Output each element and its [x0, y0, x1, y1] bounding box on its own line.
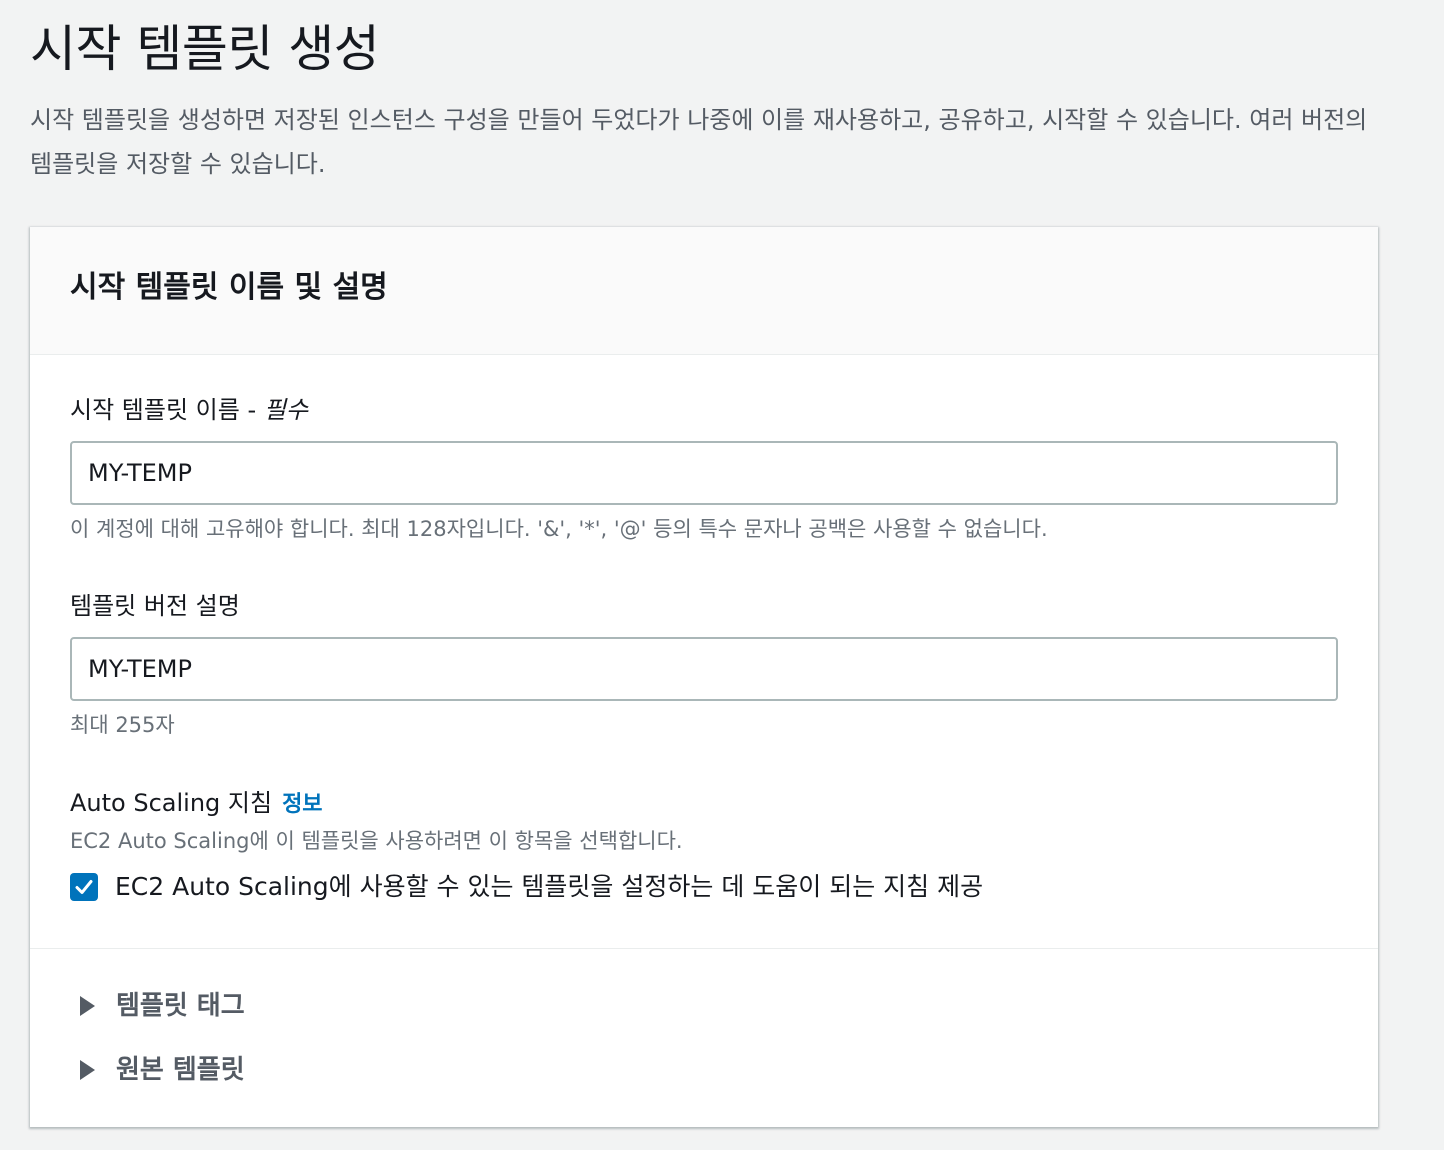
- template-name-hint: 이 계정에 대해 고유해야 합니다. 최대 128자입니다. '&', '*',…: [70, 517, 1048, 541]
- template-description-label: 템플릿 버전 설명: [70, 592, 240, 620]
- template-description-input[interactable]: [70, 637, 1338, 701]
- autoscaling-guidance-label: EC2 Auto Scaling에 사용할 수 있는 템플릿을 설정하는 데 도…: [115, 872, 984, 901]
- caret-right-icon: [80, 1060, 95, 1080]
- autoscaling-hint: EC2 Auto Scaling에 이 템플릿을 사용하려면 이 항목을 선택합…: [70, 829, 683, 853]
- panel-title: 시작 템플릿 이름 및 설명: [70, 270, 388, 305]
- source-template-label: 원본 템플릿: [116, 1055, 245, 1085]
- template-name-input[interactable]: [70, 441, 1338, 505]
- template-tags-label: 템플릿 태그: [116, 991, 245, 1021]
- checkmark-icon: [75, 880, 93, 894]
- info-link[interactable]: 정보: [282, 792, 322, 817]
- autoscaling-label: Auto Scaling 지침 정보: [70, 786, 323, 822]
- template-tags-expander[interactable]: 템플릿 태그: [80, 986, 245, 1026]
- page: 시작 템플릿 생성 시작 템플릿을 생성하면 저장된 인스턴스 구성을 만들어 …: [0, 0, 1444, 1150]
- panel-divider: [30, 948, 1378, 949]
- template-name-panel: 시작 템플릿 이름 및 설명 시작 템플릿 이름 - 필수 이 계정에 대해 고…: [30, 227, 1378, 1127]
- required-marker: 필수: [263, 396, 308, 424]
- template-name-label-text: 시작 템플릿 이름 -: [70, 396, 264, 424]
- caret-right-icon: [80, 996, 95, 1016]
- page-description: 시작 템플릿을 생성하면 저장된 인스턴스 구성을 만들어 두었다가 나중에 이…: [30, 106, 1368, 178]
- page-title: 시작 템플릿 생성: [30, 20, 380, 78]
- template-description-hint: 최대 255자: [70, 713, 175, 737]
- autoscaling-guidance-checkbox[interactable]: [70, 873, 98, 901]
- panel-header: 시작 템플릿 이름 및 설명: [30, 227, 1378, 355]
- template-name-label: 시작 템플릿 이름 - 필수: [70, 393, 308, 427]
- source-template-expander[interactable]: 원본 템플릿: [80, 1050, 245, 1090]
- autoscaling-guidance-option[interactable]: EC2 Auto Scaling에 사용할 수 있는 템플릿을 설정하는 데 도…: [70, 867, 983, 907]
- autoscaling-label-text: Auto Scaling 지침: [70, 789, 273, 817]
